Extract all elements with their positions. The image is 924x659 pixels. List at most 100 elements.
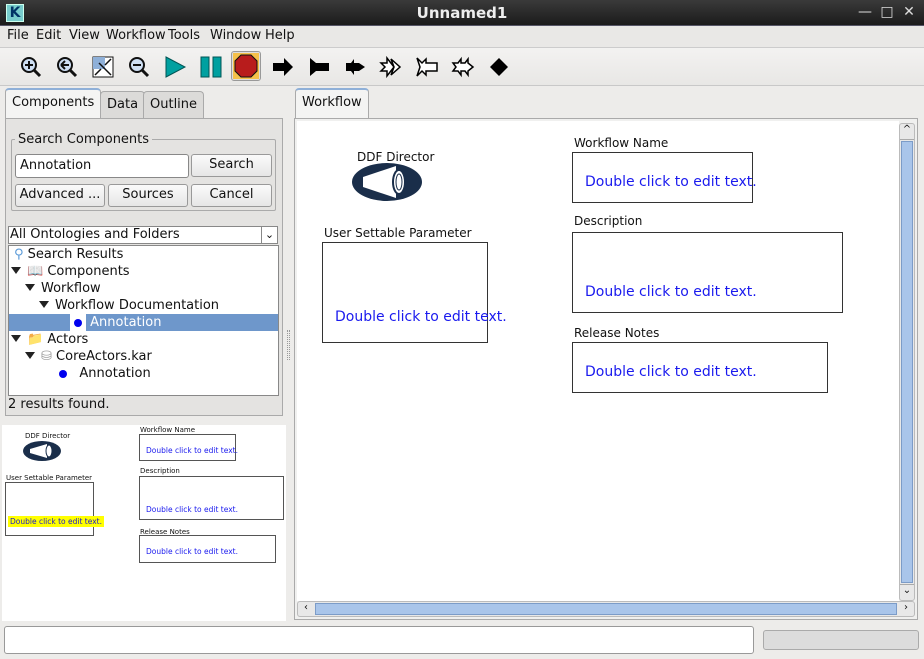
book-icon: 📖 bbox=[27, 264, 44, 279]
expand-triangle-icon[interactable] bbox=[11, 335, 21, 342]
annotation-placeholder[interactable]: Double click to edit text. bbox=[585, 284, 757, 300]
menu-help[interactable]: Help bbox=[265, 28, 295, 43]
menu-file[interactable]: File bbox=[7, 28, 29, 43]
release-notes-label: Release Notes bbox=[574, 326, 660, 340]
tree-item-search-results[interactable]: ⚲ Search Results bbox=[14, 246, 123, 263]
workflow-name-label: Workflow Name bbox=[574, 136, 669, 150]
mini-placeholder: Double click to edit text. bbox=[146, 446, 238, 455]
tree-label: Workflow bbox=[41, 281, 101, 296]
tree-label: Components bbox=[47, 264, 130, 279]
mini-description-box: Double click to edit text. bbox=[139, 476, 284, 520]
outline-double-cross-icon[interactable] bbox=[449, 53, 477, 81]
advanced-button[interactable]: Advanced ... bbox=[15, 184, 105, 207]
overview-panel[interactable]: DDF Director Workflow Name Double click … bbox=[2, 425, 286, 621]
run-icon[interactable] bbox=[161, 53, 189, 81]
description-annotation[interactable]: Double click to edit text. bbox=[572, 232, 843, 313]
annotation-placeholder[interactable]: Double click to edit text. bbox=[585, 174, 757, 190]
splitter-handle[interactable] bbox=[287, 330, 290, 360]
mini-director-icon bbox=[23, 441, 61, 461]
menu-window[interactable]: Window bbox=[210, 28, 261, 43]
mini-workflow-name-box: Double click to edit text. bbox=[139, 434, 238, 461]
ontology-select[interactable]: All Ontologies and Folders ⌄ bbox=[8, 226, 278, 244]
stop-icon[interactable] bbox=[231, 51, 261, 81]
minimize-button[interactable]: — bbox=[856, 4, 874, 20]
tree-item-workflow[interactable]: Workflow bbox=[25, 280, 101, 297]
tree-item-components[interactable]: 📖 Components bbox=[11, 263, 130, 280]
outline-double-arrow-icon[interactable] bbox=[377, 53, 405, 81]
workflow-name-annotation[interactable]: Double click to edit text. bbox=[572, 152, 757, 203]
annotation-placeholder[interactable]: Double click to edit text. bbox=[585, 364, 757, 380]
ddf-director-icon[interactable] bbox=[351, 162, 424, 202]
mini-user-param-label: User Settable Parameter bbox=[6, 474, 93, 482]
menu-view[interactable]: View bbox=[69, 28, 100, 43]
tree-label: Annotation bbox=[90, 315, 162, 330]
search-icon: ⚲ bbox=[14, 247, 24, 262]
archive-icon: ⛁ bbox=[41, 349, 52, 364]
annotation-placeholder[interactable]: Double click to edit text. bbox=[335, 309, 507, 325]
tree-label: Workflow Documentation bbox=[55, 298, 220, 313]
horizontal-scroll-thumb[interactable] bbox=[315, 603, 897, 615]
step-flag-icon[interactable] bbox=[305, 53, 333, 81]
tree-label: CoreActors.kar bbox=[56, 349, 152, 364]
tree-item-annotation[interactable]: Annotation bbox=[59, 365, 151, 382]
menu-tools[interactable]: Tools bbox=[168, 28, 200, 43]
menu-workflow[interactable]: Workflow bbox=[106, 28, 166, 43]
mini-release-notes-box: Double click to edit text. bbox=[139, 535, 276, 563]
results-status: 2 results found. bbox=[8, 397, 110, 412]
status-field bbox=[4, 626, 754, 654]
menu-bar: File Edit View Workflow Tools Window Hel… bbox=[0, 26, 924, 48]
mini-director-label: DDF Director bbox=[25, 432, 71, 440]
chevron-down-icon[interactable]: ⌄ bbox=[261, 227, 277, 243]
annotation-dot-icon bbox=[74, 318, 82, 327]
tree-item-workflow-documentation[interactable]: Workflow Documentation bbox=[39, 297, 219, 314]
horizontal-scrollbar[interactable]: ‹ › bbox=[297, 601, 915, 617]
expand-triangle-icon[interactable] bbox=[25, 352, 35, 359]
search-input[interactable]: Annotation bbox=[15, 154, 189, 178]
tab-data[interactable]: Data bbox=[100, 91, 146, 119]
diamond-icon[interactable] bbox=[485, 53, 513, 81]
expand-triangle-icon[interactable] bbox=[25, 284, 35, 291]
mini-description-label: Description bbox=[140, 467, 180, 475]
cancel-button[interactable]: Cancel bbox=[191, 184, 272, 207]
pause-icon[interactable] bbox=[197, 53, 225, 81]
close-button[interactable]: ✕ bbox=[900, 4, 918, 20]
search-button[interactable]: Search bbox=[191, 154, 272, 177]
step-arrow-icon[interactable] bbox=[269, 53, 297, 81]
ontology-select-value: All Ontologies and Folders bbox=[10, 227, 180, 242]
step-cross-icon[interactable] bbox=[341, 53, 369, 81]
mini-placeholder: Double click to edit text. bbox=[146, 547, 238, 556]
vertical-scrollbar[interactable]: ^ ⌄ bbox=[899, 123, 915, 601]
zoom-fit-icon[interactable] bbox=[89, 53, 117, 81]
zoom-in-icon[interactable] bbox=[17, 53, 45, 81]
expand-triangle-icon[interactable] bbox=[39, 301, 49, 308]
mini-workflow-name-label: Workflow Name bbox=[140, 426, 196, 434]
tab-workflow[interactable]: Workflow bbox=[295, 88, 369, 119]
tab-components[interactable]: Components bbox=[5, 88, 102, 119]
tree-item-annotation-selected[interactable]: Annotation bbox=[9, 314, 278, 331]
toolbar bbox=[0, 48, 924, 86]
outline-flag-arrow-icon[interactable] bbox=[413, 53, 441, 81]
tree-label: Search Results bbox=[27, 247, 124, 262]
folder-icon: 📁 bbox=[27, 332, 44, 347]
scroll-right-icon[interactable]: › bbox=[898, 602, 914, 616]
scroll-down-icon[interactable]: ⌄ bbox=[900, 584, 914, 600]
expand-triangle-icon[interactable] bbox=[11, 267, 21, 274]
tree-item-coreactors-kar[interactable]: ⛁ CoreActors.kar bbox=[25, 348, 152, 365]
tree-label: Annotation bbox=[79, 366, 151, 381]
tree-item-actors[interactable]: 📁 Actors bbox=[11, 331, 88, 348]
sources-button[interactable]: Sources bbox=[108, 184, 188, 207]
menu-edit[interactable]: Edit bbox=[36, 28, 61, 43]
scroll-up-icon[interactable]: ^ bbox=[900, 124, 914, 140]
user-param-annotation[interactable]: Double click to edit text. bbox=[322, 242, 507, 343]
title-bar: K Unnamed1 — □ ✕ bbox=[0, 0, 924, 26]
tab-outline[interactable]: Outline bbox=[143, 91, 205, 119]
progress-bar bbox=[763, 630, 919, 650]
annotation-dot-icon bbox=[59, 369, 67, 378]
mini-placeholder-highlighted: Double click to edit text. bbox=[8, 516, 104, 527]
maximize-button[interactable]: □ bbox=[878, 4, 896, 20]
zoom-reset-icon[interactable] bbox=[53, 53, 81, 81]
vertical-scroll-thumb[interactable] bbox=[901, 141, 913, 583]
zoom-out-icon[interactable] bbox=[125, 53, 153, 81]
release-notes-annotation[interactable]: Double click to edit text. bbox=[572, 342, 828, 393]
scroll-left-icon[interactable]: ‹ bbox=[298, 602, 314, 616]
